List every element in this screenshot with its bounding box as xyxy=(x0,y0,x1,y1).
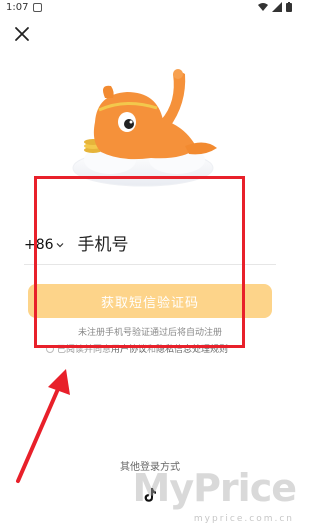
agreement-row: 已阅读并同意 用户协议 和 隐私信息处理规则 xyxy=(46,342,228,355)
notification-icon xyxy=(33,3,42,12)
status-time: 1:07 xyxy=(6,2,29,13)
get-sms-code-label: 获取短信验证码 xyxy=(100,295,199,311)
close-icon xyxy=(15,27,29,41)
agreement-prefix: 已阅读并同意 xyxy=(57,345,112,355)
mascot-illustration xyxy=(72,69,217,187)
privacy-policy-link[interactable]: 隐私信息处理规则 xyxy=(156,342,228,355)
signal-icon xyxy=(272,2,282,12)
auto-register-hint: 未注册手机号验证通过后将自动注册 xyxy=(77,328,222,338)
other-login-label: 其他登录方式 xyxy=(120,462,180,473)
phone-input-row: +86 xyxy=(24,226,276,265)
user-agreement-link[interactable]: 用户协议 xyxy=(111,342,147,355)
tiktok-icon xyxy=(144,488,156,502)
phone-input[interactable] xyxy=(75,234,250,256)
tiktok-login-button[interactable] xyxy=(138,483,162,507)
watermark-sub: myprice.com.cn xyxy=(193,514,294,524)
status-bar: 1:07 xyxy=(0,0,300,16)
battery-icon xyxy=(286,2,292,12)
get-sms-code-button[interactable]: 获取短信验证码 xyxy=(28,284,272,318)
close-button[interactable] xyxy=(12,24,32,44)
wifi-icon xyxy=(258,3,268,11)
agreement-conjunction: 和 xyxy=(147,345,157,355)
country-code-value: +86 xyxy=(24,237,54,253)
status-icons xyxy=(258,2,292,12)
country-code-selector[interactable]: +86 xyxy=(24,237,64,253)
chevron-down-icon xyxy=(56,243,63,248)
agreement-checkbox[interactable] xyxy=(46,344,54,353)
